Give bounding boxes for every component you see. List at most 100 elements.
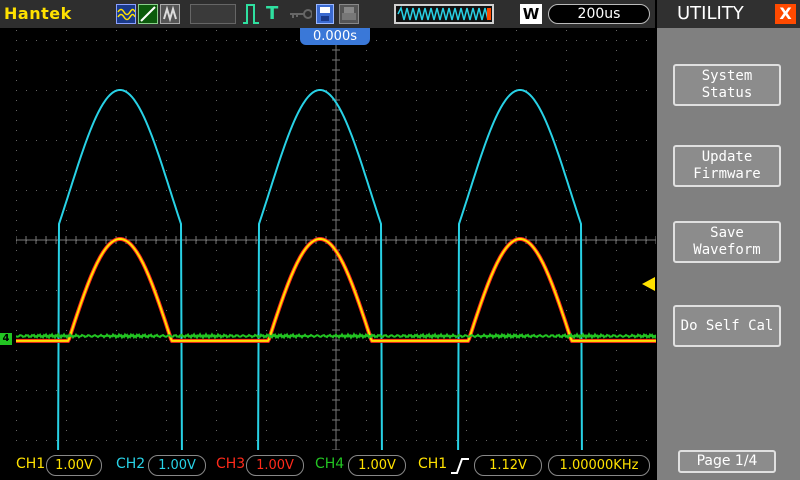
page-indicator-button[interactable]: Page 1/4 (678, 450, 776, 473)
grid-dot (516, 40, 517, 41)
trigger-position-marker[interactable]: 0.000s (300, 28, 370, 45)
grid-dot (256, 90, 257, 91)
grid-dot (566, 360, 567, 361)
grid-dot (186, 140, 187, 141)
grid-dot (166, 150, 167, 151)
grid-dot (136, 390, 137, 391)
grid-dot (526, 290, 527, 291)
do-self-cal-button[interactable]: Do Self Cal (673, 305, 781, 347)
grid-dot (466, 300, 467, 301)
grid-dot (486, 440, 487, 441)
grid-dot (366, 80, 367, 81)
grid-dot (606, 90, 607, 91)
grid-dot (116, 250, 117, 251)
grid-dot (556, 90, 557, 91)
system-status-button[interactable]: System Status (673, 64, 781, 106)
ch3-scale[interactable]: 1.00V (246, 455, 304, 476)
grid-dot (16, 180, 17, 181)
grid-dot (546, 190, 547, 191)
grid-dot (586, 290, 587, 291)
grid-dot (346, 390, 347, 391)
grid-dot (306, 340, 307, 341)
grid-dot (176, 290, 177, 291)
persistence-icon (160, 4, 180, 24)
grid-dot (16, 290, 17, 291)
grid-dot (226, 190, 227, 191)
grid-dot (566, 300, 567, 301)
grid-dot (56, 290, 57, 291)
grid-dot (76, 90, 77, 91)
grid-dot (366, 230, 367, 231)
grid-dot (446, 390, 447, 391)
grid-dot (646, 440, 647, 441)
grid-dot (116, 50, 117, 51)
grid-dot (316, 380, 317, 381)
grid-dot (546, 340, 547, 341)
grid-dot (166, 360, 167, 361)
grid-dot (616, 300, 617, 301)
grid-dot (466, 90, 467, 91)
grid-dot (166, 260, 167, 261)
ch4-ground-marker[interactable]: 4 (0, 333, 12, 345)
trigger-level-readout[interactable]: 1.12V (474, 455, 542, 476)
grid-dot (466, 150, 467, 151)
grid-dot (236, 440, 237, 441)
update-firmware-button[interactable]: Update Firmware (673, 145, 781, 187)
grid-dot (66, 190, 67, 191)
grid-dot (566, 70, 567, 71)
grid-dot (516, 290, 517, 291)
grid-dot (466, 70, 467, 71)
grid-dot (496, 390, 497, 391)
grid-dot (76, 40, 77, 41)
grid-dot (116, 110, 117, 111)
grid-dot (586, 40, 587, 41)
grid-dot (196, 390, 197, 391)
grid-dot (416, 180, 417, 181)
grid-dot (466, 260, 467, 261)
grid-dot (66, 110, 67, 111)
grid-dot (406, 390, 407, 391)
grid-dot (476, 40, 477, 41)
grid-dot (16, 260, 17, 261)
grid-dot (446, 140, 447, 141)
grid-dot (46, 190, 47, 191)
grid-dot (216, 50, 217, 51)
grid-dot (616, 140, 617, 141)
grid-dot (606, 290, 607, 291)
grid-dot (166, 230, 167, 231)
grid-dot (416, 400, 417, 401)
trigger-level-marker[interactable] (642, 277, 655, 291)
grid-dot (516, 430, 517, 431)
grid-dot (616, 380, 617, 381)
save-waveform-button[interactable]: Save Waveform (673, 221, 781, 263)
grid-dot (316, 170, 317, 171)
ch4-scale[interactable]: 1.00V (348, 455, 406, 476)
timebase-readout[interactable]: 200us (548, 4, 650, 24)
grid-dot (426, 190, 427, 191)
grid-dot (536, 140, 537, 141)
grid-dot (416, 50, 417, 51)
grid-dot (516, 320, 517, 321)
grid-dot (366, 270, 367, 271)
grid-dot (586, 440, 587, 441)
grid-dot (126, 390, 127, 391)
ch3-label: CH3 (216, 456, 246, 472)
grid-dot (266, 170, 267, 171)
grid-dot (376, 140, 377, 141)
grid-dot (366, 360, 367, 361)
grid-dot (516, 210, 517, 211)
grid-dot (466, 350, 467, 351)
grid-dot (46, 40, 47, 41)
ch1-scale[interactable]: 1.00V (46, 455, 102, 476)
grid-dot (316, 440, 317, 441)
grid-dot (286, 190, 287, 191)
close-icon[interactable]: X (775, 4, 796, 24)
grid-dot (516, 80, 517, 81)
grid-dot (66, 40, 67, 41)
grid-dot (466, 440, 467, 441)
ch2-scale[interactable]: 1.00V (148, 455, 206, 476)
grid-dot (16, 40, 17, 41)
grid-dot (516, 310, 517, 311)
grid-dot (66, 250, 67, 251)
grid-dot (646, 90, 647, 91)
